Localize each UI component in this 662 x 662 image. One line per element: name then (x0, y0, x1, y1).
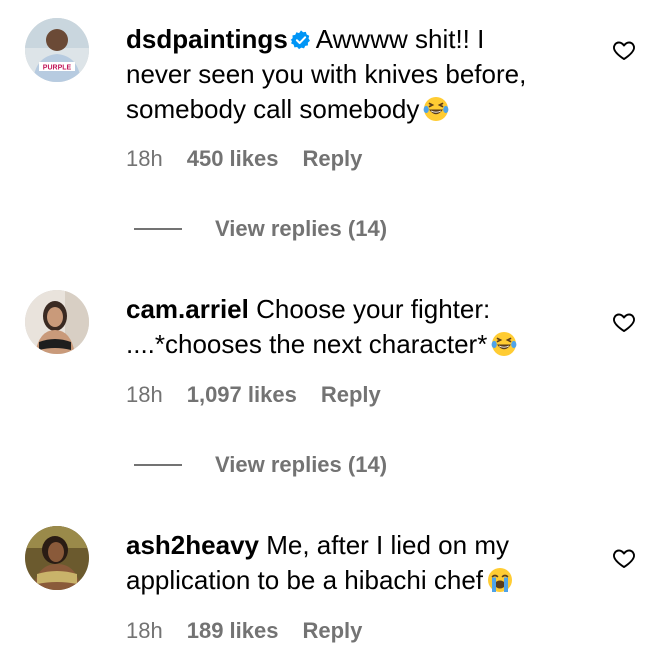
comment-line: application to be a hibachi chef (126, 565, 484, 595)
avatar[interactable]: PURPLE (25, 18, 89, 82)
avatar[interactable] (25, 526, 89, 590)
likes-count[interactable]: 1,097 likes (187, 382, 297, 408)
view-replies-label: View replies (14) (215, 452, 388, 477)
avatar-image (25, 526, 89, 590)
comment-line: Me, after I lied on my (266, 530, 509, 560)
username[interactable]: dsdpaintings (126, 24, 288, 54)
avatar-image: PURPLE (25, 18, 89, 82)
avatar-badge-text: PURPLE (43, 65, 72, 72)
like-heart-icon[interactable] (612, 38, 636, 62)
like-heart-icon[interactable] (612, 310, 636, 334)
timestamp[interactable]: 18h (126, 618, 163, 644)
timestamp[interactable]: 18h (126, 382, 163, 408)
comment-meta: 18h 450 likes Reply (126, 146, 362, 172)
username[interactable]: cam.arriel (126, 294, 249, 324)
view-replies-label: View replies (14) (215, 216, 388, 241)
comment-meta: 18h 189 likes Reply (126, 618, 362, 644)
likes-count[interactable]: 450 likes (187, 146, 279, 172)
avatar-image (25, 290, 89, 354)
comment-text: ash2heavy Me, after I lied on my applica… (126, 528, 586, 598)
reply-button[interactable]: Reply (302, 618, 362, 644)
comment-text: dsdpaintings Awwww shit!! I never seen yo… (126, 22, 586, 127)
comment-line: Awwww shit!! I (315, 24, 485, 54)
reply-button[interactable]: Reply (302, 146, 362, 172)
verified-badge-icon (290, 30, 310, 50)
avatar[interactable] (25, 290, 89, 354)
comment-line: Choose your fighter: (256, 294, 491, 324)
comment-line: ....*chooses the next character* (126, 329, 488, 359)
laughing-tears-emoji-icon (491, 332, 517, 356)
laughing-tears-emoji-icon (423, 97, 449, 121)
likes-count[interactable]: 189 likes (187, 618, 279, 644)
comment-text: cam.arriel Choose your fighter: ....*cho… (126, 292, 586, 362)
username[interactable]: ash2heavy (126, 530, 259, 560)
comment-line: never seen you with knives before, (126, 59, 527, 89)
like-heart-icon[interactable] (612, 546, 636, 570)
timestamp[interactable]: 18h (126, 146, 163, 172)
comment-meta: 18h 1,097 likes Reply (126, 382, 381, 408)
view-replies-button[interactable]: View replies (14) (134, 216, 387, 242)
comment-line: somebody call somebody (126, 94, 420, 124)
view-replies-button[interactable]: View replies (14) (134, 452, 387, 478)
loudly-crying-emoji-icon (488, 568, 513, 592)
view-replies-divider (134, 228, 182, 230)
view-replies-divider (134, 464, 182, 466)
reply-button[interactable]: Reply (321, 382, 381, 408)
